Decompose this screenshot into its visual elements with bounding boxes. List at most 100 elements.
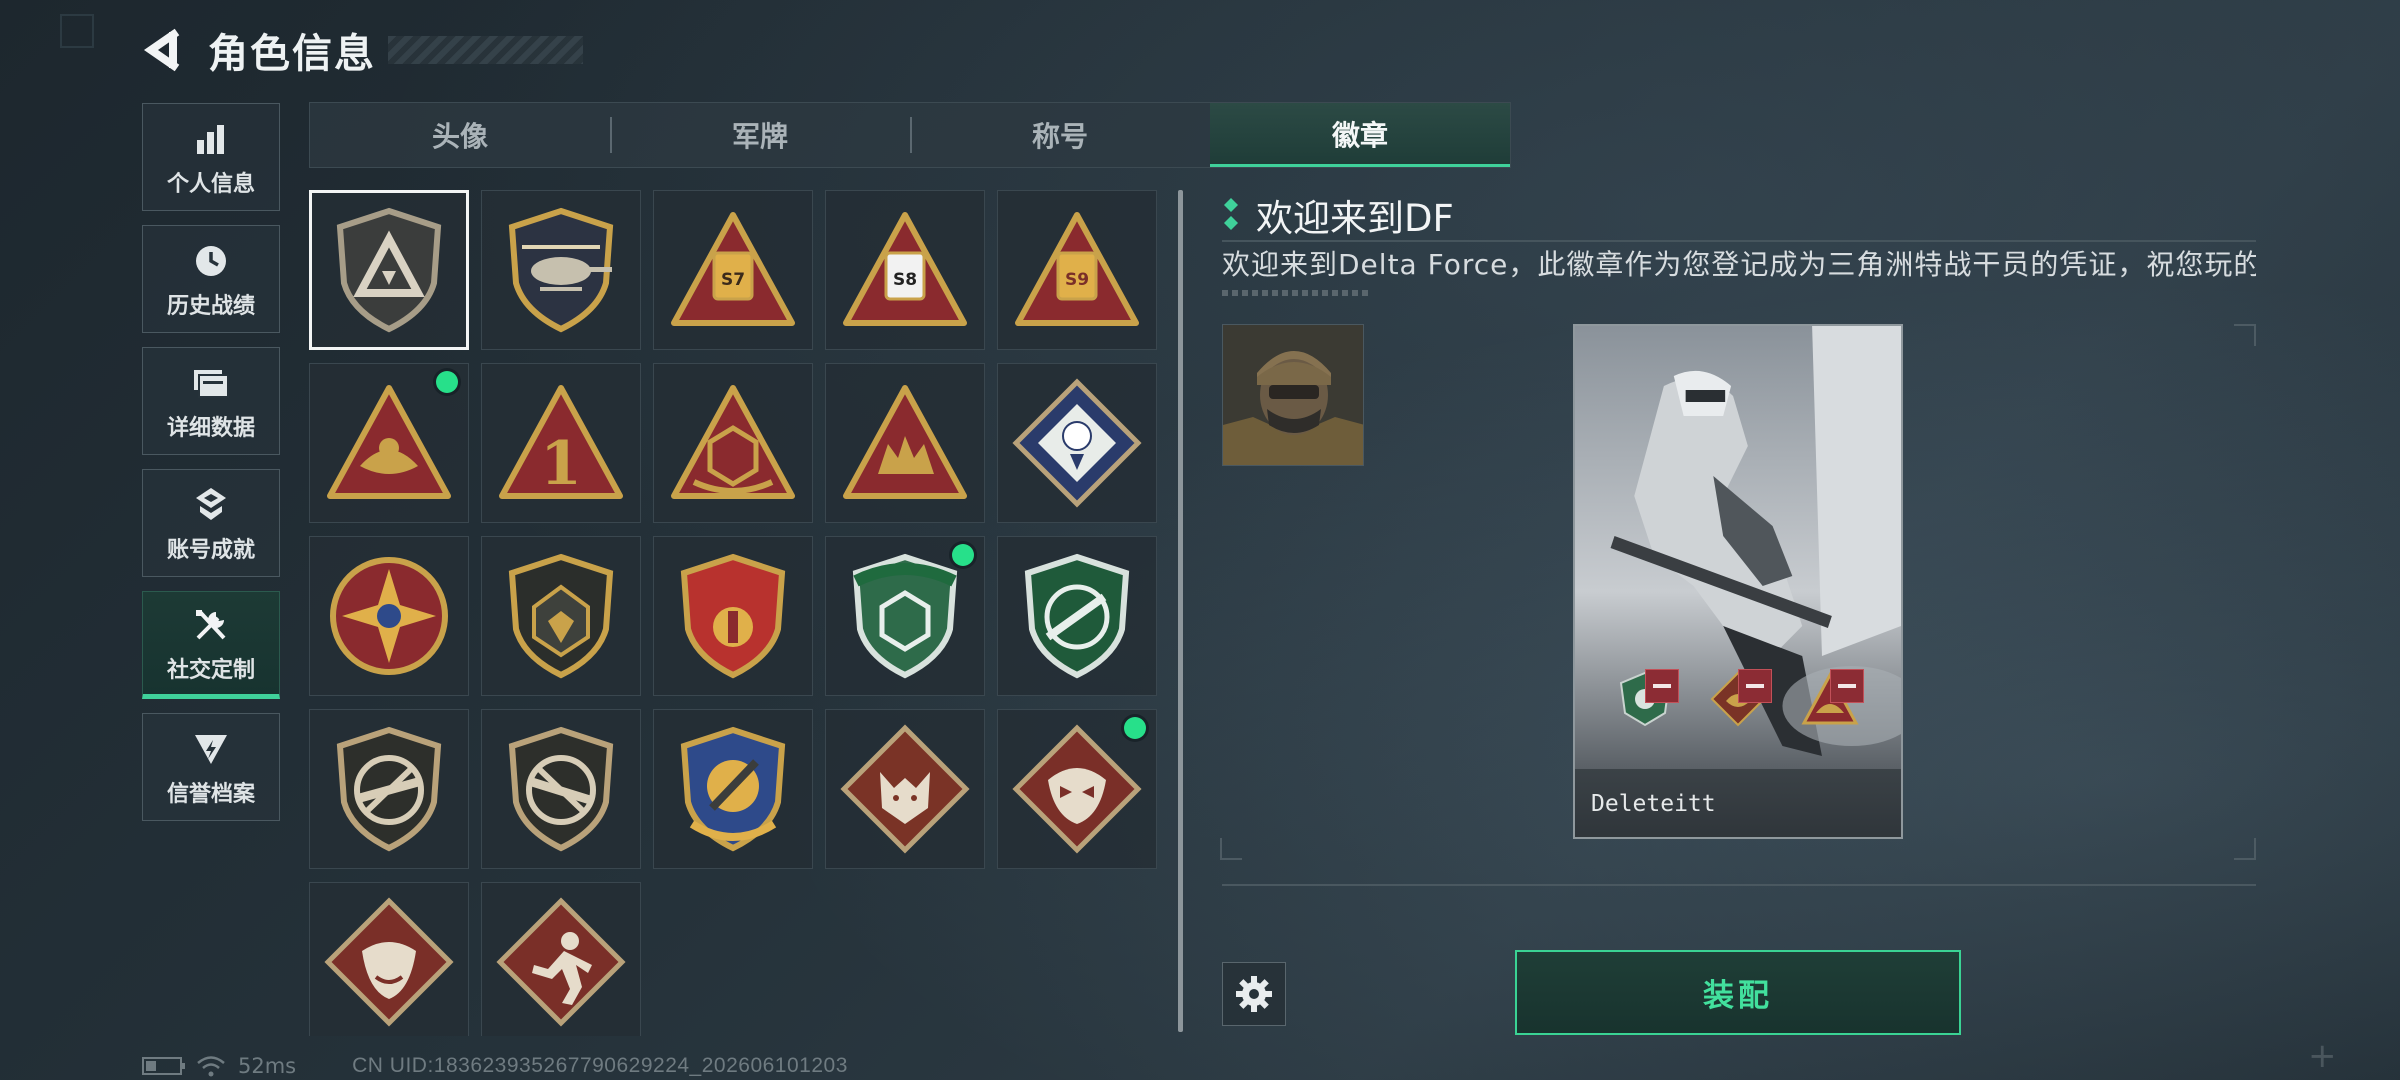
text-scroll-indicator [1222, 290, 1372, 296]
no-rifle-shield-badge-icon [336, 726, 442, 852]
dark-shield-badge-icon [508, 553, 614, 679]
badge-item[interactable] [309, 536, 469, 696]
star-compass-badge-icon [330, 557, 448, 675]
bar-chart-icon [194, 116, 228, 162]
side-nav: 个人信息 历史战绩 详细数据 账号成就 社交定制 信誉档案 [142, 103, 280, 835]
s7-badge-icon: S7 [671, 212, 795, 326]
badge-detail-header: 欢迎来到DF [1222, 188, 1454, 242]
badge-name: 欢迎来到DF [1256, 197, 1454, 240]
player-name: Deleteitt [1591, 791, 1716, 817]
tab-dogtag[interactable]: 军牌 [610, 103, 910, 167]
badge-item[interactable]: 1 [481, 363, 641, 523]
badge-item[interactable] [653, 709, 813, 869]
badge-item[interactable] [481, 536, 641, 696]
badge-item[interactable] [481, 190, 641, 350]
dragon-diamond-2-badge-icon [324, 897, 454, 1027]
back-arrow-icon[interactable] [140, 27, 186, 73]
avatar[interactable] [1222, 324, 1364, 466]
user-uid: CN UID:1836239352677906292​24_2026061012… [352, 1054, 848, 1077]
nav-label: 详细数据 [166, 416, 255, 441]
achievement-icon [194, 482, 228, 528]
folder-icon [192, 360, 230, 406]
nav-label: 账号成就 [166, 538, 255, 563]
remove-badge-2-button[interactable] [1738, 669, 1772, 703]
diamond-marker-icon [1222, 196, 1240, 234]
rose-diamond-badge-icon [1012, 378, 1142, 508]
status-bar: 52ms CN UID:1836239352677906292​24_20260… [142, 1054, 848, 1078]
delta-shield-badge-icon [336, 207, 442, 333]
player-card[interactable]: Deleteitt [1573, 324, 1903, 839]
badge-item[interactable] [825, 363, 985, 523]
plus-icon: + [2308, 1036, 2337, 1076]
tab-title[interactable]: 称号 [910, 103, 1210, 167]
number-one-badge-icon: 1 [499, 385, 623, 499]
green-rifle-shield-badge-icon [1024, 553, 1130, 679]
soldiers-triangle-badge-icon [843, 385, 967, 499]
nav-label: 个人信息 [166, 172, 255, 197]
s9-badge-icon: S9 [1015, 212, 1139, 326]
wifi-icon [197, 1056, 225, 1077]
new-indicator-dot [1124, 717, 1146, 739]
badge-item[interactable] [653, 536, 813, 696]
badge-grid-scrollbar[interactable] [1178, 190, 1183, 1032]
gear-icon [1236, 976, 1272, 1012]
nav-item-personal-info[interactable]: 个人信息 [142, 103, 280, 211]
new-indicator-dot [436, 371, 458, 393]
helicopter-badge-icon [508, 207, 614, 333]
frame-bracket [1220, 838, 1242, 860]
badge-item[interactable] [997, 709, 1157, 869]
badge-description: 欢迎来到Delta Force，此徽章作为您登记成为三角洲特战干员的凭证，祝您玩… [1222, 248, 2256, 281]
runner-diamond-badge-icon [496, 897, 626, 1027]
badge-item[interactable] [309, 190, 469, 350]
badge-item[interactable]: S9 [997, 190, 1157, 350]
badge-item[interactable] [309, 363, 469, 523]
new-indicator-dot [952, 544, 974, 566]
badge-label: S8 [893, 270, 917, 290]
nav-item-social-custom[interactable]: 社交定制 [142, 591, 280, 699]
nav-item-credit-record[interactable]: 信誉档案 [142, 713, 280, 821]
badge-item[interactable] [309, 709, 469, 869]
s8-badge-icon: S8 [843, 212, 967, 326]
remove-badge-3-button[interactable] [1830, 669, 1864, 703]
corner-frame [60, 14, 94, 48]
clock-icon [193, 238, 229, 284]
nav-item-detailed-data[interactable]: 详细数据 [142, 347, 280, 455]
badge-label: S9 [1065, 270, 1089, 290]
blue-crest-badge-icon [680, 553, 786, 679]
frame-bracket [2234, 324, 2256, 346]
page-title: 角色信息 [208, 31, 376, 77]
badge-item[interactable] [481, 882, 641, 1036]
ping-value: 52ms [238, 1054, 297, 1078]
remove-badge-1-button[interactable] [1645, 669, 1679, 703]
badge-item[interactable] [825, 709, 985, 869]
badge-item[interactable] [997, 536, 1157, 696]
equip-button[interactable]: 装配 [1515, 950, 1961, 1035]
tools-icon [192, 602, 230, 648]
nav-item-achievements[interactable]: 账号成就 [142, 469, 280, 577]
wolf-diamond-badge-icon [840, 724, 970, 854]
tab-avatar[interactable]: 头像 [310, 103, 610, 167]
badge-item[interactable] [653, 363, 813, 523]
player-card-footer: Deleteitt [1575, 769, 1901, 837]
title-decoration [388, 36, 583, 64]
nav-label: 信誉档案 [166, 782, 255, 807]
badge-label: S7 [721, 270, 745, 290]
badge-label: 1 [540, 429, 582, 499]
bowl-triangle-badge-icon [327, 385, 451, 499]
nav-item-history[interactable]: 历史战绩 [142, 225, 280, 333]
blue-knife-crest-badge-icon [680, 726, 786, 852]
credit-icon [193, 726, 229, 772]
battery-icon [142, 1057, 185, 1075]
badge-item[interactable] [481, 709, 641, 869]
settings-button[interactable] [1222, 962, 1286, 1026]
badge-item[interactable]: S8 [825, 190, 985, 350]
nav-label: 社交定制 [166, 658, 255, 683]
nav-label: 历史战绩 [166, 294, 255, 319]
badge-item[interactable] [309, 882, 469, 1036]
tab-badge[interactable]: 徽章 [1210, 103, 1510, 167]
badge-item[interactable] [825, 536, 985, 696]
dragon-diamond-badge-icon [1012, 724, 1142, 854]
dice-triangle-badge-icon [671, 385, 795, 499]
badge-item[interactable] [997, 363, 1157, 523]
badge-item[interactable]: S7 [653, 190, 813, 350]
